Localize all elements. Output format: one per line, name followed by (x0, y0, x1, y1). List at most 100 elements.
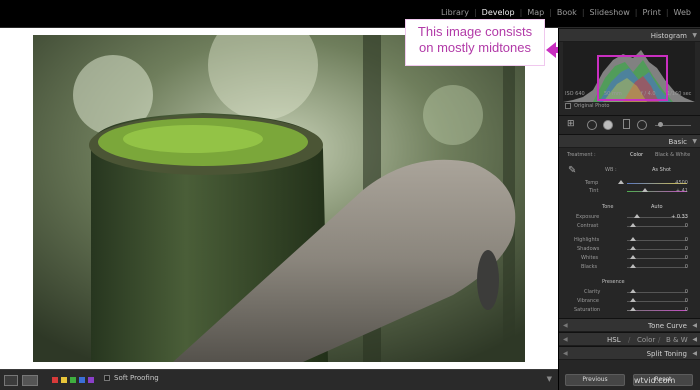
histogram-header[interactable]: Histogram ▼ (559, 28, 700, 42)
basic-title: Basic (668, 138, 687, 146)
tint-label: Tint (589, 188, 599, 194)
module-web[interactable]: Web (669, 8, 696, 17)
collapse-triangle-icon[interactable]: ▼ (692, 138, 697, 145)
tint-slider-handle[interactable] (642, 188, 648, 192)
color-tab[interactable]: Color (637, 336, 655, 344)
blacks-value[interactable]: 0 (685, 264, 688, 270)
before-after-button[interactable] (22, 375, 38, 386)
blacks-slider-track[interactable] (627, 267, 687, 268)
wb-select[interactable]: As Shot (652, 167, 671, 173)
split-toning-title: Split Toning (646, 350, 687, 358)
hsl-tab[interactable]: HSL (607, 336, 621, 344)
aperture-info: f / 4.0 (641, 91, 656, 97)
callout-line-2: on mostly midtones (419, 40, 531, 55)
eyedropper-icon[interactable]: ✎ (568, 165, 576, 176)
tone-label: Tone (602, 204, 614, 210)
saturation-slider-track[interactable] (627, 310, 687, 311)
highlights-label: Highlights (574, 237, 600, 243)
panel-triangle-icon[interactable]: ◀ (563, 322, 568, 329)
blacks-label: Blacks (581, 264, 598, 270)
chevron-down-icon[interactable]: ▼ (547, 375, 552, 383)
photo-canvas (0, 28, 558, 369)
clarity-label: Clarity (584, 289, 601, 295)
temp-slider-handle[interactable] (618, 180, 624, 184)
treatment-bw-option[interactable]: Black & White (655, 152, 690, 158)
highlights-slider-handle[interactable] (630, 237, 636, 241)
annotation-callout: This image consists on mostly midtones (405, 19, 545, 66)
histogram-title: Histogram (650, 32, 687, 40)
purple-label-icon[interactable] (88, 377, 94, 383)
photo-image (33, 35, 525, 362)
panel-triangle-icon[interactable]: ◀ (563, 350, 568, 357)
module-bar: Library | Develop | Map | Book | Slideshow | … (0, 0, 700, 28)
panel-triangle-icon[interactable]: ◀ (563, 336, 568, 343)
highlights-value[interactable]: 0 (685, 237, 688, 243)
loupe-view-button[interactable] (4, 375, 18, 386)
exposure-slider-handle[interactable] (634, 214, 640, 218)
contrast-value[interactable]: 0 (685, 223, 688, 229)
hsl-header[interactable]: ◀ HSL / Color / B & W ◀ (559, 332, 700, 346)
watermark: wtvid.com (634, 376, 676, 385)
contrast-slider-handle[interactable] (630, 223, 636, 227)
whites-label: Whites (581, 255, 599, 261)
module-develop[interactable]: Develop (477, 8, 520, 17)
develop-right-panel: Histogram ▼ ISO 640 50 mm f / 4.0 1/160 … (558, 28, 700, 390)
split-toning-header[interactable]: ◀ Split Toning ◀ (559, 346, 700, 360)
checkbox-icon[interactable] (104, 375, 110, 381)
basic-header[interactable]: Basic ▼ (559, 134, 700, 148)
saturation-label: Saturation (574, 307, 601, 313)
vibrance-slider-track[interactable] (627, 301, 687, 302)
tint-value[interactable]: + 41 (676, 188, 688, 194)
yellow-label-icon[interactable] (61, 377, 67, 383)
clarity-slider-handle[interactable] (630, 289, 636, 293)
whites-value[interactable]: 0 (685, 255, 688, 261)
shadows-slider-track[interactable] (627, 249, 687, 250)
highlights-slider-track[interactable] (627, 240, 687, 241)
collapse-triangle-icon[interactable]: ◀ (692, 350, 697, 357)
collapse-triangle-icon[interactable]: ◀ (692, 336, 697, 343)
clarity-slider-track[interactable] (627, 292, 687, 293)
clarity-value[interactable]: 0 (685, 289, 688, 295)
spot-removal-icon[interactable] (587, 120, 597, 130)
tone-curve-header[interactable]: ◀ Tone Curve ◀ (559, 318, 700, 332)
graduated-filter-icon[interactable] (623, 119, 630, 129)
focal-length-info: 50 mm (604, 91, 622, 97)
module-slideshow[interactable]: Slideshow (585, 8, 635, 17)
module-map[interactable]: Map (522, 8, 549, 17)
whites-slider-handle[interactable] (630, 255, 636, 259)
vibrance-slider-handle[interactable] (630, 298, 636, 302)
lightroom-window: Library | Develop | Map | Book | Slideshow | … (0, 0, 700, 390)
exposure-value[interactable]: + 0.33 (671, 214, 688, 220)
bw-tab[interactable]: B & W (666, 336, 688, 344)
green-label-icon[interactable] (70, 377, 76, 383)
exposure-label: Exposure (576, 214, 600, 220)
brush-slider-handle[interactable] (658, 122, 663, 127)
red-eye-icon[interactable] (603, 120, 613, 130)
module-book[interactable]: Book (552, 8, 582, 17)
blacks-slider-handle[interactable] (630, 264, 636, 268)
original-photo-checkbox[interactable] (565, 103, 571, 109)
saturation-slider-handle[interactable] (630, 307, 636, 311)
collapse-triangle-icon[interactable]: ◀ (692, 322, 697, 329)
collapse-triangle-icon[interactable]: ▼ (692, 32, 697, 39)
previous-button[interactable]: Previous (565, 374, 625, 386)
vibrance-value[interactable]: 0 (685, 298, 688, 304)
panel-divider: / (658, 336, 661, 344)
contrast-slider-track[interactable] (627, 226, 687, 227)
whites-slider-track[interactable] (627, 258, 687, 259)
module-library[interactable]: Library (436, 8, 474, 17)
saturation-value[interactable]: 0 (685, 307, 688, 313)
radial-filter-icon[interactable] (637, 120, 647, 130)
shadows-value[interactable]: 0 (685, 246, 688, 252)
photo-preview[interactable] (33, 35, 525, 362)
module-print[interactable]: Print (637, 8, 665, 17)
tone-auto-button[interactable]: Auto (651, 204, 663, 210)
red-label-icon[interactable] (52, 377, 58, 383)
treatment-color-option[interactable]: Color (630, 152, 643, 158)
crop-tool-icon[interactable]: ⊞ (567, 119, 575, 129)
blue-label-icon[interactable] (79, 377, 85, 383)
soft-proofing-toggle[interactable]: Soft Proofing (104, 374, 159, 382)
tone-curve-title: Tone Curve (648, 322, 687, 330)
temp-value[interactable]: 4500 (675, 180, 688, 186)
shadows-slider-handle[interactable] (630, 246, 636, 250)
